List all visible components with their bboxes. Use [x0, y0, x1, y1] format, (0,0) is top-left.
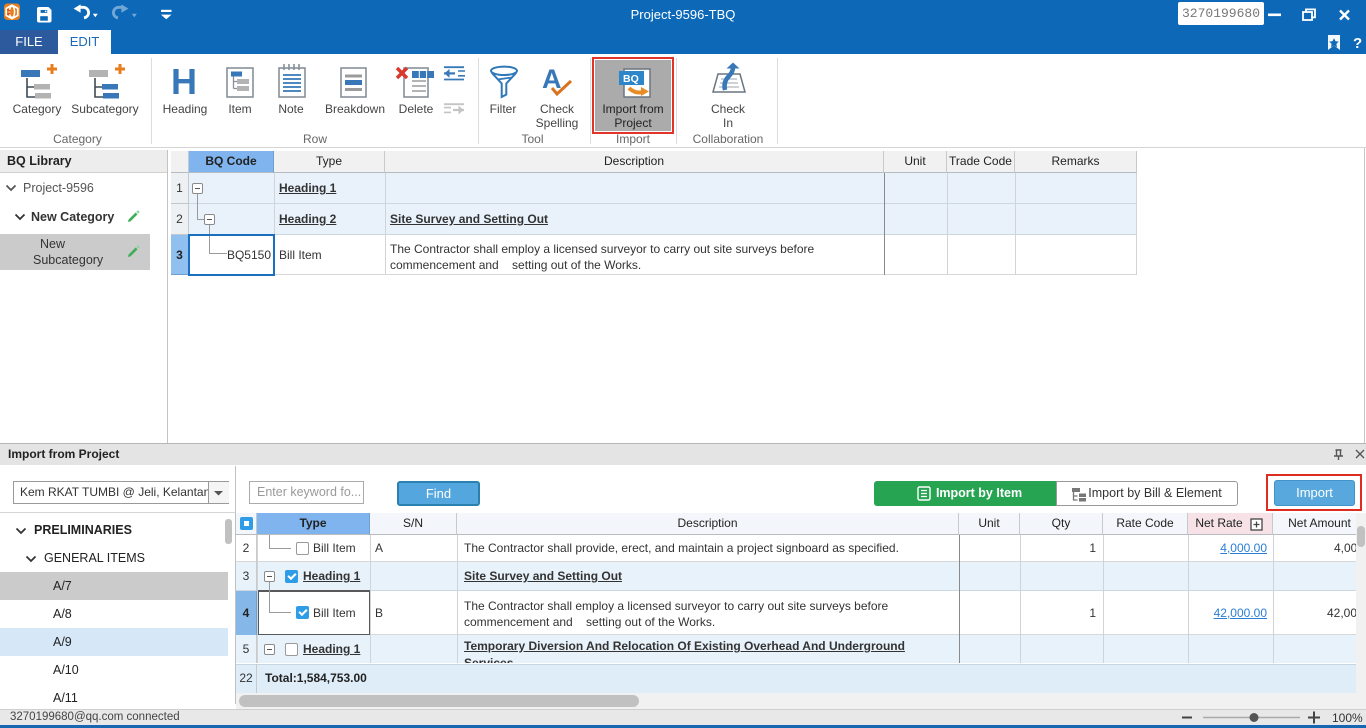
- svg-text:?: ?: [1353, 35, 1362, 52]
- svg-text:BQ: BQ: [623, 73, 639, 85]
